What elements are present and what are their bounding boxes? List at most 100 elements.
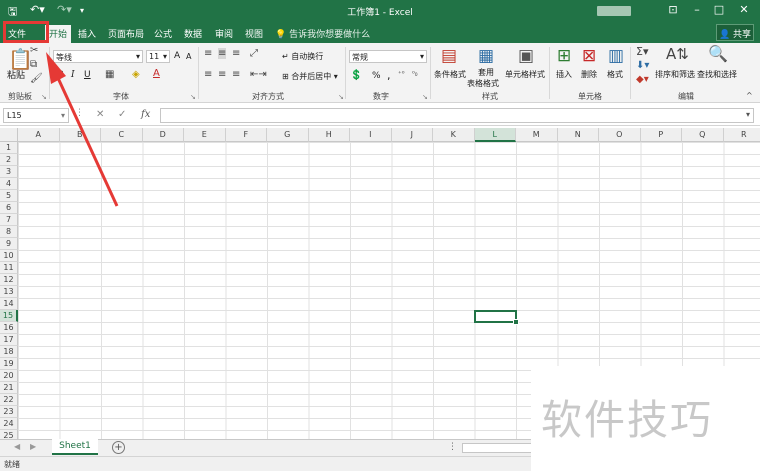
row-header-6[interactable]: 6: [0, 202, 18, 214]
active-cell-selection[interactable]: [474, 310, 519, 325]
format-cells-button[interactable]: 格式: [607, 69, 623, 80]
format-as-table-line1[interactable]: 套用: [478, 67, 494, 78]
name-box[interactable]: L15 ▾: [3, 108, 69, 123]
font-name-select[interactable]: 等线 ▾: [53, 50, 143, 63]
tab-review[interactable]: 审阅: [215, 27, 233, 40]
row-header-10[interactable]: 10: [0, 250, 18, 262]
fill-icon[interactable]: ⬇▾: [636, 60, 649, 71]
format-cells-icon[interactable]: ▥: [608, 46, 624, 66]
increase-decimal-icon[interactable]: ⁺⁰: [398, 70, 405, 78]
cancel-icon[interactable]: ✕: [96, 109, 104, 120]
font-launcher-icon[interactable]: ↘: [190, 93, 196, 101]
tab-view[interactable]: 视图: [245, 27, 263, 40]
cell-styles-button[interactable]: 单元格样式: [505, 69, 545, 80]
sort-filter-button[interactable]: 排序和筛选: [655, 69, 695, 80]
row-header-7[interactable]: 7: [0, 214, 18, 226]
row-header-12[interactable]: 12: [0, 274, 18, 286]
align-middle-icon[interactable]: ≡: [218, 48, 227, 59]
row-header-21[interactable]: 21: [0, 382, 18, 394]
clipboard-launcher-icon[interactable]: ↘: [41, 93, 47, 101]
horizontal-scrollbar[interactable]: [462, 443, 532, 453]
column-header-p[interactable]: P: [640, 128, 682, 142]
indent-icon[interactable]: ⇤⇥: [250, 69, 267, 80]
wrap-text-button[interactable]: ↵ 自动换行: [282, 51, 323, 62]
cell-styles-icon[interactable]: ▣: [518, 46, 534, 66]
clear-icon[interactable]: ◆▾: [636, 74, 649, 85]
row-header-17[interactable]: 17: [0, 334, 18, 346]
column-header-c[interactable]: C: [101, 128, 143, 142]
bold-button[interactable]: B: [57, 70, 64, 80]
grow-font-button[interactable]: A: [174, 51, 180, 61]
column-header-q[interactable]: Q: [682, 128, 724, 142]
font-color-icon[interactable]: A: [153, 68, 160, 79]
copy-icon[interactable]: ⧉: [30, 59, 37, 70]
row-header-19[interactable]: 19: [0, 358, 18, 370]
delete-cells-button[interactable]: 删除: [581, 69, 597, 80]
delete-cells-icon[interactable]: ⊠: [582, 46, 596, 66]
row-header-16[interactable]: 16: [0, 322, 18, 334]
insert-function-icon[interactable]: fx: [141, 109, 150, 120]
column-header-d[interactable]: D: [142, 128, 184, 142]
column-header-i[interactable]: I: [350, 128, 392, 142]
underline-button[interactable]: U: [84, 70, 91, 80]
row-header-14[interactable]: 14: [0, 298, 18, 310]
row-header-2[interactable]: 2: [0, 154, 18, 166]
alignment-launcher-icon[interactable]: ↘: [338, 93, 344, 101]
sheet-tab-sheet1[interactable]: Sheet1: [52, 439, 98, 455]
tab-page-layout[interactable]: 页面布局: [108, 27, 144, 40]
format-as-table-line2[interactable]: 表格格式: [467, 78, 499, 89]
align-bottom-icon[interactable]: ≡: [232, 48, 240, 59]
fill-color-icon[interactable]: ◈: [132, 69, 140, 80]
conditional-formatting-icon[interactable]: ▤: [441, 46, 457, 66]
borders-icon[interactable]: ▦: [105, 69, 114, 80]
column-header-h[interactable]: H: [308, 128, 350, 142]
column-header-o[interactable]: O: [599, 128, 641, 142]
row-header-1[interactable]: 1: [0, 142, 18, 154]
column-header-m[interactable]: M: [516, 128, 558, 142]
column-header-b[interactable]: B: [59, 128, 101, 142]
currency-icon[interactable]: 💲: [350, 70, 362, 81]
formula-input[interactable]: ▾: [160, 108, 754, 123]
tab-formulas[interactable]: 公式: [154, 27, 172, 40]
tell-me-search[interactable]: 💡 告诉我你想要做什么: [275, 27, 370, 40]
autosum-icon[interactable]: Σ▾: [636, 45, 648, 58]
row-header-8[interactable]: 8: [0, 226, 18, 238]
close-icon[interactable]: ✕: [733, 3, 755, 16]
orientation-icon[interactable]: ⤢: [250, 48, 258, 59]
column-header-e[interactable]: E: [184, 128, 226, 142]
comma-button[interactable]: ,: [387, 69, 391, 82]
merge-center-button[interactable]: ⊞ 合并后居中 ▾: [282, 71, 338, 82]
row-header-15[interactable]: 15: [0, 310, 18, 322]
column-header-n[interactable]: N: [557, 128, 599, 142]
row-header-13[interactable]: 13: [0, 286, 18, 298]
column-header-j[interactable]: J: [391, 128, 433, 142]
align-right-icon[interactable]: ≡: [232, 69, 240, 80]
column-header-l[interactable]: L: [474, 128, 516, 142]
paste-button[interactable]: 粘贴: [7, 68, 25, 81]
number-format-select[interactable]: 常规 ▾: [349, 50, 427, 63]
tab-data[interactable]: 数据: [184, 27, 202, 40]
row-header-5[interactable]: 5: [0, 190, 18, 202]
restore-icon[interactable]: □: [708, 3, 730, 16]
font-size-select[interactable]: 11 ▾: [146, 50, 170, 63]
insert-cells-icon[interactable]: ⊞: [557, 46, 571, 66]
ribbon-display-icon[interactable]: ⊡: [662, 3, 684, 16]
sort-filter-icon[interactable]: A⇅: [666, 45, 689, 63]
percent-button[interactable]: %: [372, 71, 381, 81]
find-select-icon[interactable]: 🔍: [708, 44, 728, 63]
row-header-22[interactable]: 22: [0, 394, 18, 406]
decrease-decimal-icon[interactable]: ⁰₀: [412, 70, 418, 78]
row-header-11[interactable]: 11: [0, 262, 18, 274]
insert-cells-button[interactable]: 插入: [556, 69, 572, 80]
align-center-icon[interactable]: ≡: [218, 69, 226, 80]
enter-icon[interactable]: ✓: [118, 109, 126, 120]
tab-split-handle-icon[interactable]: ⋮: [448, 442, 457, 452]
column-header-k[interactable]: K: [433, 128, 475, 142]
select-all-corner[interactable]: [0, 128, 18, 142]
italic-button[interactable]: I: [71, 70, 75, 80]
cut-icon[interactable]: ✂: [30, 45, 38, 56]
row-header-3[interactable]: 3: [0, 166, 18, 178]
align-left-icon[interactable]: ≡: [204, 69, 212, 80]
column-header-f[interactable]: F: [225, 128, 267, 142]
format-painter-icon[interactable]: 🖌: [30, 73, 43, 84]
